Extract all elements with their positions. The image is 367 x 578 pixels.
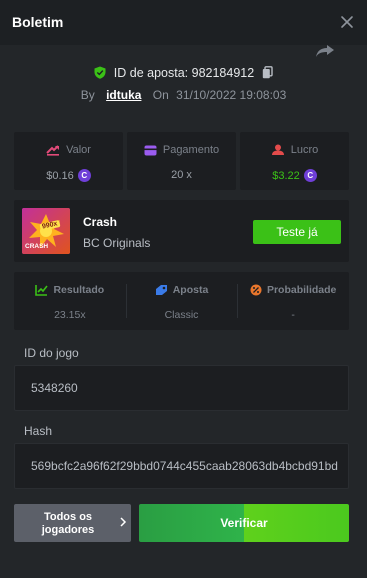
share-icon[interactable] — [315, 44, 335, 58]
shield-check-icon — [94, 66, 106, 79]
result-probability: Probabilidade - — [237, 272, 349, 330]
stat-payout-value: 20 x — [171, 169, 192, 181]
result-outcome-value: 23.15x — [54, 309, 86, 321]
all-players-button[interactable]: Todos os jogadores — [14, 504, 131, 542]
profit-icon — [271, 144, 284, 155]
bet-icon — [155, 285, 167, 295]
hash-field[interactable]: 569bcfc2a96f62f29bbd0744c455caab28063db4… — [14, 443, 349, 489]
bet-id-label: ID de aposta: — [113, 66, 189, 80]
wallet-icon — [144, 145, 157, 155]
bet-stats: Valor $0.16 C Pagamento 20 x Lucro $3.22… — [14, 132, 349, 190]
copy-icon[interactable] — [262, 66, 273, 79]
result-bet: Aposta Classic — [125, 272, 238, 330]
all-players-label-line2: jogadores — [41, 524, 95, 536]
thumb-game-text: CRASH — [25, 243, 49, 250]
result-probability-value: - — [291, 309, 295, 321]
game-card: 990x CRASH Crash BC Originals Teste já — [14, 200, 349, 262]
stat-profit-value: $3.22 — [272, 169, 300, 182]
coin-icon: C — [77, 169, 91, 182]
try-game-button[interactable]: Teste já — [253, 220, 341, 244]
stat-amount-label: Valor — [66, 144, 91, 156]
on-label: On — [152, 88, 169, 102]
coins-icon — [46, 144, 60, 156]
coin-icon: C — [303, 169, 317, 182]
bet-datetime: 31/10/2022 19:08:03 — [176, 88, 287, 102]
bet-author-row: By idtuka On 31/10/2022 19:08:03 — [0, 88, 367, 102]
modal-title: Boletim — [12, 14, 64, 30]
result-outcome: Resultado 23.15x — [14, 272, 126, 330]
modal-header: Boletim — [0, 0, 367, 45]
result-probability-label: Probabilidade — [266, 284, 337, 296]
result-card: Resultado 23.15x Aposta Classic Probabil… — [14, 272, 349, 330]
all-players-label-line1: Todos os — [43, 511, 93, 523]
result-bet-label: Aposta — [172, 284, 209, 296]
bet-id-row: ID de aposta: 982184912 — [0, 66, 367, 80]
hash-label: Hash — [24, 424, 53, 438]
chevron-right-icon — [120, 517, 127, 527]
stat-amount-value: $0.16 — [46, 169, 74, 182]
game-id-field[interactable]: 5348260 — [14, 365, 349, 411]
verify-button[interactable]: Verificar — [139, 504, 349, 542]
game-provider: BC Originals — [83, 236, 151, 250]
bet-id-value: 982184912 — [191, 66, 255, 80]
stat-payout-label: Pagamento — [162, 144, 220, 156]
chart-icon — [35, 285, 49, 296]
stat-profit-label: Lucro — [290, 144, 319, 156]
by-label: By — [80, 88, 95, 102]
result-bet-value: Classic — [164, 309, 199, 321]
stat-payout: Pagamento 20 x — [127, 132, 236, 190]
stat-profit: Lucro $3.22 C — [240, 132, 349, 190]
result-outcome-label: Resultado — [53, 284, 105, 296]
game-name: Crash — [83, 215, 118, 229]
percent-icon — [250, 284, 262, 296]
game-id-label: ID do jogo — [24, 346, 79, 360]
username-link[interactable]: idtuka — [106, 88, 141, 102]
stat-amount: Valor $0.16 C — [14, 132, 123, 190]
close-icon[interactable] — [339, 14, 355, 30]
